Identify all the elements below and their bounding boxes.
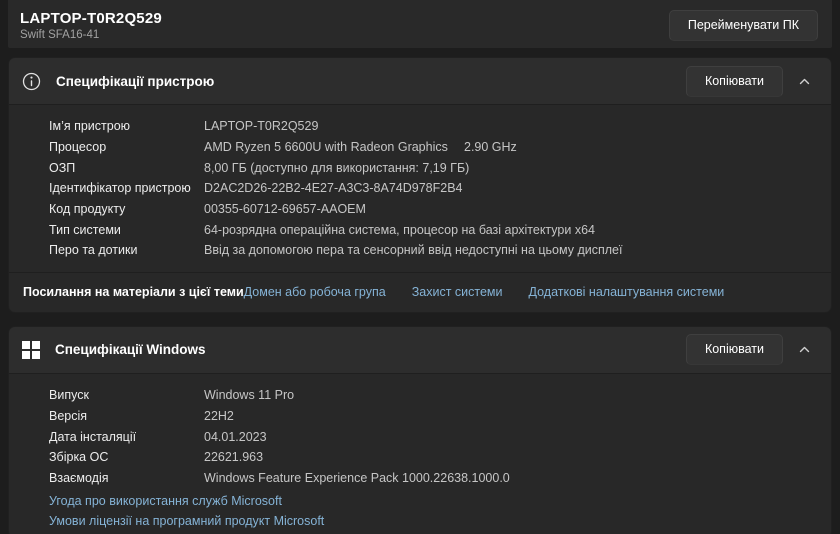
windows-specs-body: Випуск Windows 11 Pro Версія 22H2 Дата і… <box>9 374 831 534</box>
link-services-agreement[interactable]: Угода про використання служб Microsoft <box>49 492 831 512</box>
spec-row-device-id: Ідентифікатор пристрою D2AC2D26-22B2-4E2… <box>9 178 831 199</box>
spec-row-experience: Взаємодія Windows Feature Experience Pac… <box>9 468 831 489</box>
windows-logo-icon <box>22 341 40 359</box>
collapse-device-specs[interactable] <box>789 75 819 88</box>
copy-device-specs-button[interactable]: Копіювати <box>686 66 783 97</box>
device-specs-card: Специфікації пристрою Копіювати Ім’я при… <box>8 57 832 313</box>
info-icon <box>22 72 41 91</box>
device-identity: LAPTOP-T0R2Q529 Swift SFA16-41 <box>20 10 162 41</box>
device-model: Swift SFA16-41 <box>20 29 162 41</box>
settings-about-page: LAPTOP-T0R2Q529 Swift SFA16-41 Переймену… <box>0 0 840 534</box>
chevron-up-icon <box>798 75 811 88</box>
windows-specs-title: Специфікації Windows <box>55 342 686 357</box>
link-domain-workgroup[interactable]: Домен або робоча група <box>244 285 386 299</box>
device-specs-header[interactable]: Специфікації пристрою Копіювати <box>9 58 831 105</box>
link-software-license-terms[interactable]: Умови ліцензії на програмний продукт Mic… <box>49 512 831 532</box>
device-specs-body: Ім’я пристрою LAPTOP-T0R2Q529 Процесор A… <box>9 105 831 272</box>
spec-row-version: Версія 22H2 <box>9 406 831 427</box>
collapse-windows-specs[interactable] <box>789 343 819 356</box>
spec-row-system-type: Тип системи 64-розрядна операційна систе… <box>9 219 831 240</box>
spec-row-pen-touch: Перо та дотики Ввід за допомогою пера та… <box>9 240 831 261</box>
related-links-label: Посилання на матеріали з цієї теми <box>23 285 244 299</box>
spec-row-edition: Випуск Windows 11 Pro <box>9 385 831 406</box>
spec-row-processor: Процесор AMD Ryzen 5 6600U with Radeon G… <box>9 137 831 158</box>
chevron-up-icon <box>798 343 811 356</box>
windows-specs-header[interactable]: Специфікації Windows Копіювати <box>9 327 831 374</box>
device-name: LAPTOP-T0R2Q529 <box>20 10 162 27</box>
rename-pc-button[interactable]: Перейменувати ПК <box>669 10 818 41</box>
windows-legal-links: Угода про використання служб Microsoft У… <box>9 488 831 534</box>
spec-row-install-date: Дата інсталяції 04.01.2023 <box>9 426 831 447</box>
related-links-row: Посилання на матеріали з цієї теми Домен… <box>9 272 831 312</box>
copy-windows-specs-button[interactable]: Копіювати <box>686 334 783 365</box>
spec-row-product-id: Код продукту 00355-60712-69657-AAOEM <box>9 199 831 220</box>
spec-row-device-name: Ім’я пристрою LAPTOP-T0R2Q529 <box>9 116 831 137</box>
spec-row-ram: ОЗП 8,00 ГБ (доступно для використання: … <box>9 157 831 178</box>
link-advanced-system-settings[interactable]: Додаткові налаштування системи <box>529 285 725 299</box>
windows-specs-card: Специфікації Windows Копіювати Випуск Wi… <box>8 326 832 534</box>
device-specs-title: Специфікації пристрою <box>56 74 686 89</box>
device-hero: LAPTOP-T0R2Q529 Swift SFA16-41 Переймену… <box>8 0 832 48</box>
spec-row-os-build: Збірка ОС 22621.963 <box>9 447 831 468</box>
link-system-protection[interactable]: Захист системи <box>412 285 503 299</box>
